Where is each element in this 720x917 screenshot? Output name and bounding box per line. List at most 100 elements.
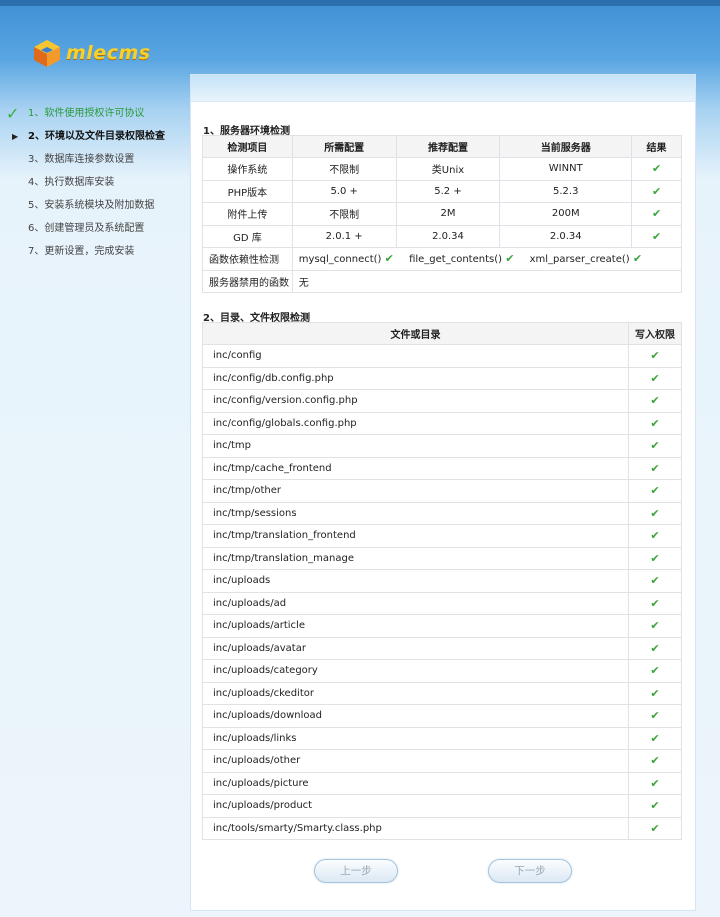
table-row: inc/tmp/cache_frontend ✔ [202,456,682,480]
check-icon: ✔ [651,207,662,221]
step-label: 环境以及文件目录权限检查 [44,131,165,142]
disabled-funcs-value: 无 [291,269,683,293]
perm-table-body: inc/config ✔ inc/config/db.config.php ✔ inc/… [202,344,682,840]
table-row: inc/config ✔ [202,344,682,368]
perm-path: inc/tmp/sessions [202,501,629,525]
perm-result: ✔ [628,344,682,368]
env-current: 200M [499,202,633,226]
perm-path: inc/uploads/download [202,704,629,728]
logo-cube-icon [34,40,60,67]
table-row: inc/uploads ✔ [202,569,682,593]
next-button[interactable]: 下一步 [488,859,572,883]
env-result: ✔ [631,179,682,203]
check-icon: ✔ [650,394,660,408]
top-bar [0,0,720,6]
table-row: 函数依赖性检测 mysql_connect() ✔ file_get_conte… [202,247,683,271]
func-item: file_get_contents() ✔ [409,252,515,266]
step-label: 创建管理员及系统配置 [44,223,145,234]
step-label: 软件使用授权许可协议 [44,108,145,119]
env-required: 不限制 [291,157,397,181]
perm-path: inc/config/globals.config.php [202,411,629,435]
step-3: 3、数据库连接参数设置 [0,148,190,171]
check-icon: ✔ [650,484,660,498]
check-icon: ✔ [650,754,660,768]
logo: mlecms [32,36,151,70]
perm-result: ✔ [628,659,682,683]
check-icon: ✔ [650,551,660,565]
env-result: ✔ [631,202,682,226]
check-icon: ✔ [650,439,660,453]
perm-path: inc/uploads/other [202,749,629,773]
perm-result: ✔ [628,389,682,413]
perm-result: ✔ [628,434,682,458]
table-row: inc/tmp/translation_manage ✔ [202,546,682,570]
table-row: inc/uploads/category ✔ [202,659,682,683]
perm-result: ✔ [628,636,682,660]
check-icon: ✔ [651,162,662,176]
env-current: WINNT [499,157,633,181]
install-steps: ✓ 1、软件使用授权许可协议 ▶ 2、环境以及文件目录权限检查 3、数据库连接参… [0,102,190,263]
step-label: 更新设置，完成安装 [44,246,135,257]
perm-result: ✔ [628,726,682,750]
step-number: 1、 [28,108,45,119]
step-label: 安装系统模块及附加数据 [44,200,155,211]
check-icon: ✔ [650,776,660,790]
prev-button[interactable]: 上一步 [314,859,398,883]
perm-result: ✔ [628,681,682,705]
perm-path: inc/config/db.config.php [202,366,629,390]
check-icon: ✔ [650,574,660,588]
table-row: inc/uploads/product ✔ [202,794,682,818]
check-icon: ✔ [650,371,660,385]
step-label: 数据库连接参数设置 [44,154,135,165]
column-header: 文件或目录 [202,322,629,345]
table-row: inc/config/globals.config.php ✔ [202,411,682,435]
table-row: inc/tmp ✔ [202,434,682,458]
env-result: ✔ [631,224,682,248]
table-row: 操作系统 不限制 类Unix WINNT ✔ [202,157,682,181]
check-icon: ✔ [650,349,660,363]
check-icon: ✔ [650,416,660,430]
table-row: GD 库 2.0.1 + 2.0.34 2.0.34 ✔ [202,224,682,248]
perm-result: ✔ [628,456,682,480]
perm-result: ✔ [628,591,682,615]
env-recommended: 类Unix [395,157,501,181]
perm-path: inc/tmp/other [202,479,629,503]
column-header: 所需配置 [291,135,397,158]
main-panel: 1、服务器环境检测 检测项目 所需配置 推荐配置 当前服务器 结果 操作系统 不… [190,74,696,911]
step-number: 7、 [28,246,45,257]
table-row: inc/tools/smarty/Smarty.class.php ✔ [202,816,682,840]
column-header: 检测项目 [202,135,293,158]
logo-text: mlecms [66,42,151,64]
step-7: 7、更新设置，完成安装 [0,240,190,263]
perm-path: inc/tmp/translation_frontend [202,524,629,548]
check-icon: ✔ [650,686,660,700]
table-row: inc/config/version.config.php ✔ [202,389,682,413]
step-1: ✓ 1、软件使用授权许可协议 [0,102,190,125]
perm-path: inc/uploads/ad [202,591,629,615]
func-check-list: mysql_connect() ✔ file_get_contents() ✔ … [291,247,683,271]
perm-result: ✔ [628,749,682,773]
step-6: 6、创建管理员及系统配置 [0,217,190,240]
func-name: xml_parser_create() [529,254,630,266]
step-number: 5、 [28,200,45,211]
perm-path: inc/uploads/article [202,614,629,638]
func-name: file_get_contents() [409,254,503,266]
perm-result: ✔ [628,366,682,390]
table-row: inc/uploads/ad ✔ [202,591,682,615]
table-row: inc/tmp/translation_frontend ✔ [202,524,682,548]
perm-result: ✔ [628,524,682,548]
step-2: ▶ 2、环境以及文件目录权限检查 [0,125,190,148]
perm-path: inc/uploads/picture [202,771,629,795]
perm-path: inc/uploads/ckeditor [202,681,629,705]
table-row: 服务器禁用的函数 无 [202,269,683,293]
step-number: 4、 [28,177,45,188]
perm-result: ✔ [628,569,682,593]
perm-result: ✔ [628,479,682,503]
perm-path: inc/uploads/category [202,659,629,683]
perm-path: inc/tools/smarty/Smarty.class.php [202,816,629,840]
env-current: 2.0.34 [499,224,633,248]
check-icon: ✔ [650,799,660,813]
table-row: inc/uploads/download ✔ [202,704,682,728]
check-icon: ✔ [505,252,515,266]
column-header: 推荐配置 [395,135,501,158]
